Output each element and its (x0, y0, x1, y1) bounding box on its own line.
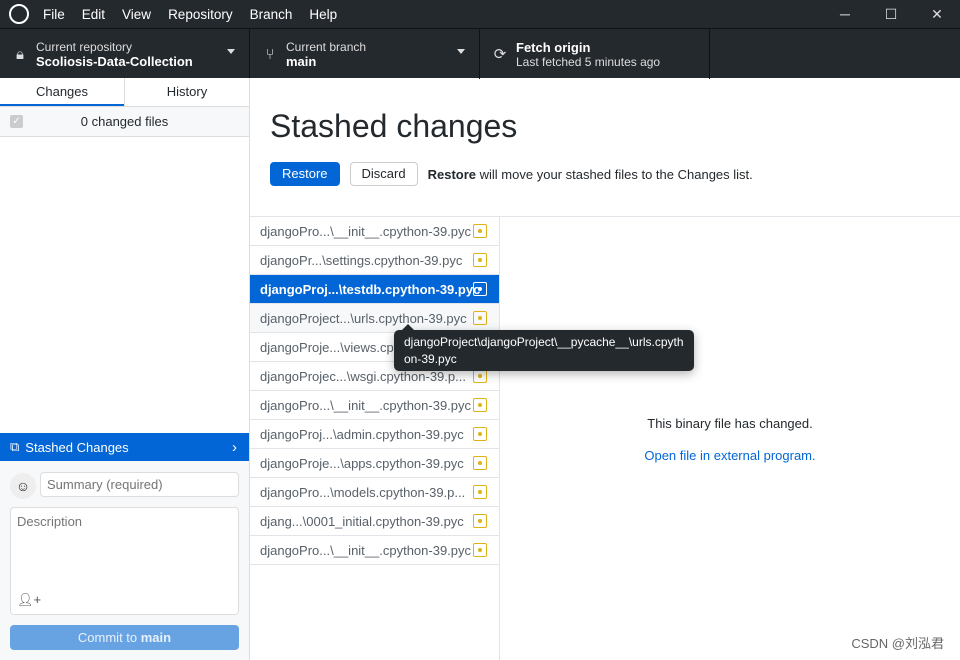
hint-text: will move your stashed files to the Chan… (476, 166, 753, 182)
file-name: djangoPr...\settings.cpython-39.pyc (260, 252, 463, 268)
maximize-button[interactable]: ☐ (868, 0, 914, 28)
repo-label: Current repository (36, 39, 133, 54)
modified-icon (473, 398, 487, 412)
restore-hint: Restore will move your stashed files to … (428, 167, 753, 182)
commit-prefix: Commit to (77, 630, 141, 645)
file-name: djangoPro...\__init__.cpython-39.pyc (260, 397, 472, 413)
file-row[interactable]: djangoProject...\urls.cpython-39.pyc (250, 304, 499, 333)
restore-button[interactable]: Restore (270, 162, 340, 186)
stashed-file-list: djangoPro...\__init__.cpython-39.pycdjan… (250, 217, 500, 660)
stashed-changes-button[interactable]: ⧉ Stashed Changes › (0, 433, 249, 461)
stash-label: Stashed Changes (25, 439, 129, 455)
commit-branch: main (140, 630, 172, 645)
file-name: djangoPro...\__init__.cpython-39.pyc (260, 223, 472, 239)
file-name: djangoProject...\urls.cpython-39.pyc (260, 310, 467, 326)
open-external-link[interactable]: Open file in external program. (500, 448, 960, 463)
modified-icon (473, 485, 487, 499)
file-name: djangoPro...\__init__.cpython-39.pyc (260, 542, 472, 558)
fetch-origin-button[interactable]: ⟳ Fetch origin Last fetched 5 minutes ago (480, 29, 710, 79)
chevron-right-icon: › (232, 438, 237, 456)
modified-icon (473, 427, 487, 441)
modified-icon (473, 514, 487, 528)
description-input[interactable] (11, 508, 238, 588)
close-button[interactable]: ✕ (914, 0, 960, 28)
file-row[interactable]: djangoPro...\models.cpython-39.p... (250, 478, 499, 507)
menu-edit[interactable]: Edit (82, 7, 105, 22)
caret-down-icon (227, 49, 235, 58)
branch-icon: ⑂ (265, 45, 275, 63)
file-name: djangoPro...\models.cpython-39.p... (260, 484, 466, 500)
minimize-button[interactable]: ─ (822, 0, 868, 28)
file-row[interactable]: djangoProje...\apps.cpython-39.pyc (250, 449, 499, 478)
caret-down-icon (457, 49, 465, 58)
branch-name: main (286, 53, 317, 69)
modified-icon (473, 253, 487, 267)
watermark: CSDN @刘泓君 (851, 636, 944, 651)
file-path-tooltip: djangoProject\djangoProject\__pycache__\… (394, 324, 694, 371)
title-bar: File Edit View Repository Branch Help ─ ☐ ✕ (0, 0, 960, 28)
modified-icon (473, 543, 487, 557)
binary-notice: This binary file has changed. Open file … (500, 416, 960, 463)
current-branch-button[interactable]: ⑂ Current branch main (250, 29, 480, 79)
page-title: Stashed changes (270, 108, 518, 144)
discard-button[interactable]: Discard (349, 162, 418, 186)
file-row[interactable]: djangoProj...\admin.cpython-39.pyc (250, 420, 499, 449)
avatar: ☺ (10, 473, 36, 499)
modified-icon (473, 282, 487, 296)
menu-view[interactable]: View (122, 7, 151, 22)
tab-changes[interactable]: Changes (0, 78, 124, 106)
github-logo-icon (9, 4, 29, 24)
commit-panel: ☺ 👤︎+ Commit to main (0, 461, 249, 660)
file-name: djangoProje...\apps.cpython-39.pyc (260, 455, 464, 471)
repo-name: Scoliosis-Data-Collection (36, 53, 193, 69)
select-all-checkbox[interactable]: ✓ (10, 115, 23, 128)
menu-branch[interactable]: Branch (250, 7, 293, 22)
file-name: djangoProj...\testdb.cpython-39.pyc (260, 281, 481, 297)
menu-repository[interactable]: Repository (168, 7, 233, 22)
lock-icon: 🔒︎ (16, 45, 24, 63)
sidebar: Changes History ✓ 0 changed files ⧉ Stas… (0, 78, 250, 660)
stash-icon: ⧉ (10, 439, 20, 454)
file-row[interactable]: djangoPro...\__init__.cpython-39.pyc (250, 391, 499, 420)
summary-input[interactable] (40, 472, 239, 497)
file-row[interactable]: djangoProj...\testdb.cpython-39.pyc (250, 275, 499, 304)
file-name: djang...\0001_initial.cpython-39.pyc (260, 513, 464, 529)
modified-icon (473, 456, 487, 470)
current-repository-button[interactable]: 🔒︎ Current repository Scoliosis-Data-Coll… (0, 29, 250, 79)
modified-icon (473, 369, 487, 383)
file-name: djangoProj...\admin.cpython-39.pyc (260, 426, 464, 442)
changed-files-count: 0 changed files (80, 114, 169, 129)
modified-icon (473, 224, 487, 238)
hint-bold: Restore (427, 166, 477, 182)
menu-bar: File Edit View Repository Branch Help (43, 7, 354, 22)
file-row[interactable]: djangoPr...\settings.cpython-39.pyc (250, 246, 499, 275)
toolbar: 🔒︎ Current repository Scoliosis-Data-Coll… (0, 28, 960, 79)
file-row[interactable]: djang...\0001_initial.cpython-39.pyc (250, 507, 499, 536)
modified-icon (473, 311, 487, 325)
commit-button[interactable]: Commit to main (10, 625, 239, 650)
file-row[interactable]: djangoPro...\__init__.cpython-39.pyc (250, 217, 499, 246)
last-fetched: Last fetched 5 minutes ago (516, 54, 661, 69)
branch-label: Current branch (286, 39, 367, 54)
fetch-label: Fetch origin (516, 39, 591, 55)
sync-icon: ⟳ (493, 46, 507, 63)
add-coauthor-icon[interactable]: 👤︎+ (17, 592, 41, 608)
menu-file[interactable]: File (43, 7, 65, 22)
binary-message: This binary file has changed. (647, 416, 813, 431)
menu-help[interactable]: Help (309, 7, 337, 22)
tab-history[interactable]: History (124, 78, 249, 106)
file-row[interactable]: djangoPro...\__init__.cpython-39.pyc (250, 536, 499, 565)
